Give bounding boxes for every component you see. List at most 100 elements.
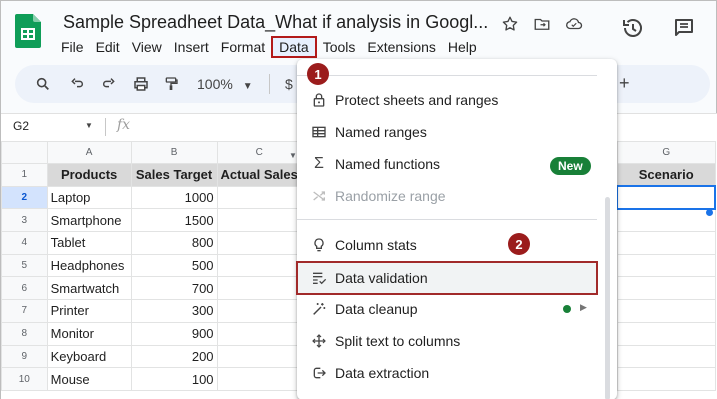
fill-handle[interactable]: [706, 209, 713, 216]
cell-c2[interactable]: [216, 185, 302, 210]
increase-font-icon[interactable]: +: [619, 73, 630, 94]
zoom-select[interactable]: 100% ▼: [197, 76, 253, 92]
cell-c3[interactable]: [216, 208, 302, 233]
cloud-status-icon[interactable]: [563, 13, 585, 35]
cell-a8[interactable]: Monitor: [46, 321, 132, 346]
cell-a6[interactable]: Smartwatch: [46, 276, 132, 301]
chevron-down-icon: ▼: [242, 81, 253, 92]
cell-c4[interactable]: [216, 231, 302, 255]
menu-view[interactable]: View: [126, 36, 168, 58]
move-to-folder-icon[interactable]: [531, 13, 553, 35]
menu-item-column-stats[interactable]: Column stats: [297, 229, 617, 261]
sheets-logo-icon[interactable]: [15, 14, 41, 48]
cell-b4[interactable]: 800: [130, 231, 218, 255]
cell-g1[interactable]: Scenario: [616, 163, 716, 187]
column-header-b[interactable]: B: [130, 141, 218, 164]
menu-help[interactable]: Help: [442, 36, 483, 58]
menu-item-data-extraction[interactable]: Data extraction: [297, 357, 617, 389]
menu-item-randomize-range: Randomize range: [297, 180, 617, 212]
cell-g8[interactable]: [616, 321, 716, 346]
row-header[interactable]: 3: [1, 208, 48, 233]
cell-c6[interactable]: [216, 276, 302, 301]
cell-g7[interactable]: [616, 299, 716, 323]
menu-item-label: Protect sheets and ranges: [335, 92, 499, 108]
cell-b10[interactable]: 100: [130, 367, 218, 391]
comments-icon[interactable]: [671, 15, 697, 41]
menu-data[interactable]: Data: [271, 36, 317, 58]
cell-c5[interactable]: [216, 253, 302, 278]
cell-a9[interactable]: Keyboard: [46, 344, 132, 369]
column-c-menu-icon[interactable]: ▼: [289, 151, 297, 160]
menu-edit[interactable]: Edit: [90, 36, 126, 58]
column-header-a[interactable]: A: [46, 141, 132, 164]
print-icon[interactable]: [131, 74, 151, 94]
row-header[interactable]: 1: [1, 163, 48, 187]
cell-g9[interactable]: [616, 344, 716, 369]
select-all-corner[interactable]: [1, 141, 48, 164]
menu-item-data-cleanup[interactable]: Data cleanup ▶: [297, 293, 617, 325]
submenu-arrow-icon: ▶: [580, 302, 587, 312]
cell-b7[interactable]: 300: [130, 299, 218, 323]
cell-b3[interactable]: 1500: [130, 208, 218, 233]
menu-format[interactable]: Format: [215, 36, 271, 58]
cell-g3[interactable]: [616, 208, 716, 233]
column-header-g[interactable]: G: [616, 141, 716, 164]
cell-b6[interactable]: 700: [130, 276, 218, 301]
menu-tools[interactable]: Tools: [317, 36, 362, 58]
cell-c8[interactable]: [216, 321, 302, 346]
version-history-icon[interactable]: [620, 15, 646, 41]
currency-format-button[interactable]: $: [285, 76, 293, 92]
name-box-dropdown-icon[interactable]: ▼: [85, 121, 93, 130]
shuffle-icon: [309, 186, 329, 206]
menu-item-label: Randomize range: [335, 188, 446, 204]
star-icon[interactable]: [499, 13, 521, 35]
menu-item-label: Data extraction: [335, 365, 430, 381]
undo-icon[interactable]: [67, 74, 87, 94]
row-header[interactable]: 5: [1, 253, 48, 278]
cell-g2-selected[interactable]: [616, 185, 716, 210]
name-box[interactable]: G2: [13, 119, 29, 133]
cell-a10[interactable]: Mouse: [46, 367, 132, 391]
cell-c7[interactable]: [216, 299, 302, 323]
menu-insert[interactable]: Insert: [168, 36, 215, 58]
cell-a5[interactable]: Headphones: [46, 253, 132, 278]
search-menus-icon[interactable]: [33, 74, 53, 94]
cell-g5[interactable]: [616, 253, 716, 278]
cell-a7[interactable]: Printer: [46, 299, 132, 323]
cell-b8[interactable]: 900: [130, 321, 218, 346]
document-title[interactable]: Sample Spreadheet Data_What if analysis …: [63, 12, 488, 33]
cell-b2[interactable]: 1000: [130, 185, 218, 210]
cell-a3[interactable]: Smartphone: [46, 208, 132, 233]
row-header[interactable]: 10: [1, 367, 48, 391]
cell-c10[interactable]: [216, 367, 302, 391]
cell-a1[interactable]: Products: [46, 163, 132, 187]
row-header[interactable]: 6: [1, 276, 48, 301]
cell-b5[interactable]: 500: [130, 253, 218, 278]
magic-wand-icon: [309, 299, 329, 319]
cell-g4[interactable]: [616, 231, 716, 255]
paint-format-icon[interactable]: [161, 74, 181, 94]
menu-item-split-text[interactable]: Split text to columns: [297, 325, 617, 357]
cell-a2[interactable]: Laptop: [46, 185, 132, 210]
row-header[interactable]: 9: [1, 344, 48, 369]
menu-file[interactable]: File: [55, 36, 90, 58]
cell-b1[interactable]: Sales Target: [130, 163, 218, 187]
redo-icon[interactable]: [99, 74, 119, 94]
cell-c9[interactable]: [216, 344, 302, 369]
zoom-value: 100%: [197, 76, 233, 92]
menu-item-protect-sheets[interactable]: Protect sheets and ranges: [297, 84, 617, 116]
cell-c1[interactable]: Actual Sales: [216, 163, 302, 187]
row-header[interactable]: 7: [1, 299, 48, 323]
menu-item-named-ranges[interactable]: Named ranges: [297, 116, 617, 148]
row-header[interactable]: 8: [1, 321, 48, 346]
cell-g10[interactable]: [616, 367, 716, 391]
menu-extensions[interactable]: Extensions: [361, 36, 441, 58]
menu-item-label: Named ranges: [335, 124, 427, 140]
row-header[interactable]: 4: [1, 231, 48, 255]
row-header[interactable]: 2: [1, 185, 48, 210]
cell-a4[interactable]: Tablet: [46, 231, 132, 255]
cell-b9[interactable]: 200: [130, 344, 218, 369]
cell-g6[interactable]: [616, 276, 716, 301]
menu-item-label: Column stats: [335, 237, 417, 253]
menu-item-data-validation[interactable]: Data validation: [297, 262, 617, 294]
